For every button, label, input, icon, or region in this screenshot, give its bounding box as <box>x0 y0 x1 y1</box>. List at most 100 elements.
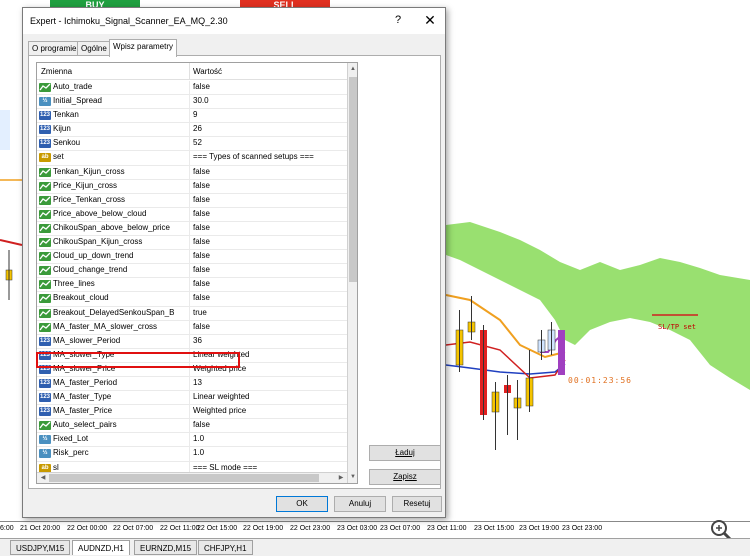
help-button[interactable]: ? <box>390 14 406 26</box>
bool-icon <box>39 421 51 431</box>
scroll-right-icon[interactable]: ▶ <box>335 473 347 483</box>
parameter-row[interactable]: Three_lines false <box>37 278 347 293</box>
parameter-row[interactable]: ab set === Types of scanned setups === <box>37 151 347 166</box>
parameter-value[interactable]: false <box>193 181 210 190</box>
parameter-row[interactable]: Tenkan_Kijun_cross false <box>37 165 347 180</box>
parameter-value[interactable]: false <box>193 237 210 246</box>
parameter-value[interactable]: 30.0 <box>193 96 209 105</box>
parameter-row[interactable]: Cloud_up_down_trend false <box>37 250 347 265</box>
hscroll-thumb[interactable] <box>49 474 319 482</box>
parameter-value[interactable]: === SL mode === <box>193 463 257 472</box>
parameter-value[interactable]: 52 <box>193 138 202 147</box>
parameter-row[interactable]: 123 MA_faster_Period 13 <box>37 376 347 392</box>
countdown-timer: 00:01:23:56 <box>568 376 632 385</box>
parameter-value[interactable]: false <box>193 82 210 91</box>
parameter-name: Auto_trade <box>53 82 93 91</box>
time-tick: 6:00 <box>0 525 14 532</box>
parameter-value[interactable]: 36 <box>193 336 202 345</box>
time-tick: 23 Oct 11:00 <box>427 525 467 532</box>
symbol-tab[interactable]: CHFJPY,H1 <box>198 540 253 555</box>
parameter-value[interactable]: false <box>193 251 210 260</box>
parameter-value[interactable]: true <box>193 308 207 317</box>
parameter-name: MA_faster_Price <box>53 406 113 416</box>
parameter-value[interactable]: false <box>193 167 210 176</box>
parameter-row[interactable]: 123 Senkou 52 <box>37 137 347 152</box>
reset-button[interactable]: Resetuj <box>392 496 442 512</box>
tab-common[interactable]: Ogólne <box>77 41 111 56</box>
bool-icon <box>39 322 51 332</box>
load-button[interactable]: Ładuj <box>369 445 441 461</box>
scroll-down-icon[interactable]: ▼ <box>348 471 357 483</box>
symbol-tab[interactable]: EURNZD,M15 <box>134 540 198 555</box>
ok-button[interactable]: OK <box>276 496 328 512</box>
scroll-left-icon[interactable]: ◀ <box>37 473 49 483</box>
column-header-variable[interactable]: Zmienna <box>41 67 72 76</box>
bool-icon <box>39 252 51 262</box>
parameter-row[interactable]: ½ Risk_perc 1.0 <box>37 447 347 462</box>
vertical-scrollbar[interactable]: ▲ ▼ <box>347 63 357 483</box>
int-icon: 123 <box>39 378 51 388</box>
parameter-row[interactable]: Price_Tenkan_cross false <box>37 193 347 208</box>
scroll-thumb[interactable] <box>349 77 357 282</box>
parameter-row[interactable]: 123 Tenkan 9 <box>37 109 347 124</box>
symbol-tab[interactable]: USDJPY,M15 <box>10 540 71 555</box>
parameter-row[interactable]: 123 MA_faster_Type Linear weighted <box>37 391 347 406</box>
parameter-row[interactable]: 123 MA_faster_Price Weighted price <box>37 405 347 420</box>
parameter-row[interactable]: Auto_trade false <box>37 81 347 96</box>
parameter-value[interactable]: false <box>193 279 210 288</box>
double-icon: ½ <box>39 97 51 107</box>
parameter-value[interactable]: Linear weighted <box>193 392 249 401</box>
tab-inputs[interactable]: Wpisz parametry <box>109 39 178 57</box>
parameter-row[interactable]: Auto_select_pairs false <box>37 419 347 434</box>
time-tick: 23 Oct 03:00 <box>337 525 378 532</box>
parameter-value[interactable]: false <box>193 322 210 331</box>
scroll-up-icon[interactable]: ▲ <box>348 63 357 75</box>
parameter-value[interactable]: === Types of scanned setups === <box>193 152 314 161</box>
parameter-name: ChikouSpan_above_below_price <box>53 222 170 232</box>
parameter-row[interactable]: Breakout_cloud false <box>37 292 347 307</box>
parameter-name: Initial_Spread <box>53 96 102 106</box>
parameter-name: Price_above_below_cloud <box>53 208 147 218</box>
time-tick: 22 Oct 23:00 <box>290 525 331 532</box>
cancel-button[interactable]: Anuluj <box>334 496 386 512</box>
horizontal-scrollbar[interactable]: ◀ ▶ <box>37 472 347 483</box>
parameter-row[interactable]: ChikouSpan_above_below_price false <box>37 221 347 237</box>
grid-header: Zmienna Wartość <box>37 63 347 80</box>
parameter-name: MA_slower_Period <box>53 335 121 345</box>
parameter-value[interactable]: 13 <box>193 378 202 387</box>
symbol-tab-active[interactable]: AUDNZD,H1 <box>72 540 130 555</box>
parameter-value[interactable]: Weighted price <box>193 406 246 415</box>
parameter-value[interactable]: false <box>193 223 210 232</box>
parameter-name: set <box>53 152 64 162</box>
sltp-label: SL/TP set <box>658 323 696 331</box>
parameter-row[interactable]: 123 MA_slower_Period 36 <box>37 334 347 349</box>
parameter-row[interactable]: ½ Initial_Spread 30.0 <box>37 95 347 110</box>
parameter-value[interactable]: 1.0 <box>193 448 204 457</box>
parameter-row[interactable]: Price_above_below_cloud false <box>37 207 347 222</box>
parameters-grid[interactable]: Zmienna Wartość Auto_trade false ½ Initial_… <box>36 62 358 484</box>
parameter-value[interactable]: false <box>193 420 210 429</box>
parameter-row[interactable]: MA_faster_MA_slower_cross false <box>37 320 347 335</box>
parameter-row[interactable]: Cloud_change_trend false <box>37 264 347 279</box>
parameter-value[interactable]: 26 <box>193 124 202 133</box>
parameter-value[interactable]: false <box>193 265 210 274</box>
time-tick: 22 Oct 11:00 <box>160 525 200 532</box>
parameter-value[interactable]: 9 <box>193 110 197 119</box>
dialog-titlebar[interactable]: Expert - Ichimoku_Signal_Scanner_EA_MQ_2… <box>23 8 445 34</box>
parameter-name: Tenkan_Kijun_cross <box>53 166 125 176</box>
column-header-value[interactable]: Wartość <box>193 67 222 76</box>
parameter-row[interactable]: Breakout_DelayedSenkouSpan_B true <box>37 306 347 321</box>
parameter-row[interactable]: ½ Fixed_Lot 1.0 <box>37 433 347 448</box>
parameter-value[interactable]: 1.0 <box>193 434 204 443</box>
time-tick: 22 Oct 07:00 <box>113 525 154 532</box>
close-button[interactable]: ✕ <box>421 12 439 29</box>
parameter-row[interactable]: Price_Kijun_cross false <box>37 179 347 194</box>
tab-about[interactable]: O programie <box>28 41 81 56</box>
save-button[interactable]: Zapisz <box>369 469 441 485</box>
parameter-row[interactable]: 123 Kijun 26 <box>37 123 347 138</box>
parameter-row[interactable]: ChikouSpan_Kijun_cross false <box>37 236 347 251</box>
parameter-value[interactable]: false <box>193 209 210 218</box>
parameter-name: Breakout_cloud <box>53 293 109 303</box>
parameter-value[interactable]: false <box>193 195 210 204</box>
parameter-value[interactable]: false <box>193 293 210 302</box>
